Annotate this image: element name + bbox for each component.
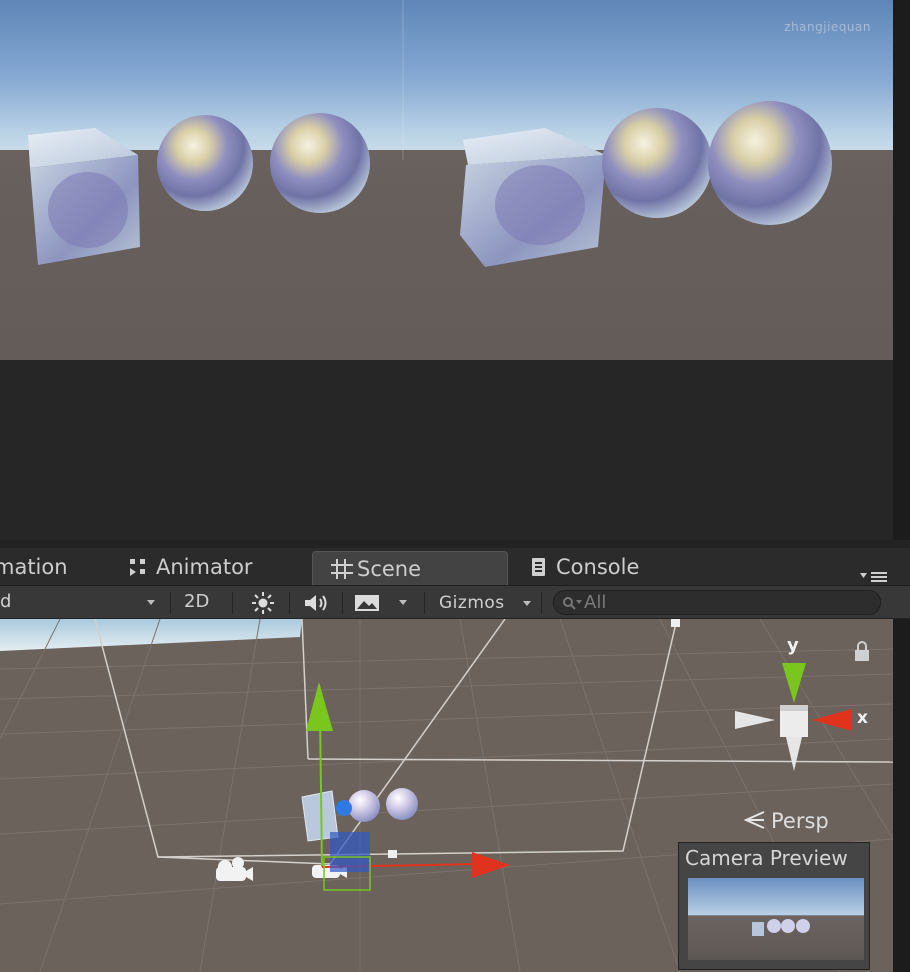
dock-tab-bar: mation Animator Scene Console xyxy=(0,548,910,585)
game-objects xyxy=(28,101,832,267)
sphere-left-2 xyxy=(270,113,370,213)
animator-icon xyxy=(130,558,145,576)
cube-left xyxy=(28,128,140,265)
gizmos-dropdown[interactable]: Gizmos xyxy=(439,593,505,613)
move-gizmo-plane-xy[interactable] xyxy=(330,832,370,872)
move-gizmo-z-handle[interactable] xyxy=(336,800,352,816)
orientation-axis-y-label: y xyxy=(787,635,799,656)
move-gizmo-x-arrow[interactable] xyxy=(472,852,510,878)
search-icon xyxy=(563,597,582,610)
orientation-axis-x-label: x xyxy=(857,708,868,728)
game-view: zhangjiequan xyxy=(0,0,893,360)
empty-panel-area xyxy=(0,360,893,548)
sphere-object[interactable] xyxy=(348,790,380,822)
toolbar-separator xyxy=(232,592,233,614)
effects-dropdown-arrow-icon[interactable] xyxy=(398,599,408,607)
projection-toggle[interactable]: Persp xyxy=(771,809,829,833)
orientation-gizmo[interactable] xyxy=(735,663,852,771)
shading-mode-value: d xyxy=(0,591,12,612)
frustum-handle[interactable] xyxy=(671,619,680,627)
shading-dropdown-arrow-icon xyxy=(147,600,155,605)
move-gizmo-y-axis[interactable] xyxy=(319,713,323,868)
2d-toggle-button[interactable]: 2D xyxy=(184,591,209,612)
sphere-left-1 xyxy=(157,115,253,211)
tab-scene-label: Scene xyxy=(357,556,422,581)
tab-animation[interactable]: mation xyxy=(0,548,68,585)
sphere-object[interactable] xyxy=(386,788,418,820)
tab-animator[interactable]: Animator xyxy=(128,548,253,585)
camera-preview-render xyxy=(752,919,810,936)
console-icon xyxy=(532,557,545,576)
gizmos-dropdown-arrow-icon xyxy=(523,601,531,606)
tab-scene[interactable]: Scene xyxy=(312,551,508,585)
toolbar-separator xyxy=(424,592,425,614)
frustum-handle[interactable] xyxy=(388,850,397,858)
window-border xyxy=(893,0,910,548)
scene-toolbar: d 2D Gizmos All xyxy=(0,585,910,619)
2d-toggle-label: 2D xyxy=(184,591,210,612)
scene-lighting-sun-icon[interactable] xyxy=(251,591,275,615)
gizmos-label: Gizmos xyxy=(439,593,505,613)
tab-menu-icon[interactable] xyxy=(858,570,890,584)
tab-console[interactable]: Console xyxy=(530,548,639,585)
shading-mode-dropdown[interactable]: d xyxy=(0,591,11,612)
toolbar-separator xyxy=(170,592,171,614)
toolbar-separator xyxy=(342,592,343,614)
tab-console-label: Console xyxy=(556,554,640,579)
lock-icon[interactable] xyxy=(855,641,869,661)
watermark: zhangjiequan xyxy=(784,20,871,34)
cube-right xyxy=(460,128,606,267)
window-border xyxy=(893,619,910,972)
sphere-right-2 xyxy=(708,101,832,225)
camera-preview-title: Camera Preview xyxy=(685,846,848,870)
toolbar-separator xyxy=(541,592,542,614)
tab-animator-label: Animator xyxy=(156,554,253,579)
tab-animation-label: mation xyxy=(0,554,68,579)
camera-preview-image xyxy=(688,878,864,960)
camera-preview-panel: Camera Preview xyxy=(678,842,870,970)
search-placeholder: All xyxy=(584,592,607,613)
sphere-right-1 xyxy=(602,108,712,218)
scene-effects-image-icon[interactable] xyxy=(354,593,382,613)
toolbar-separator xyxy=(289,592,290,614)
scene-audio-speaker-icon[interactable] xyxy=(302,591,330,615)
hierarchy-search-input[interactable]: All xyxy=(553,590,881,615)
scene-grid-icon xyxy=(331,558,353,579)
